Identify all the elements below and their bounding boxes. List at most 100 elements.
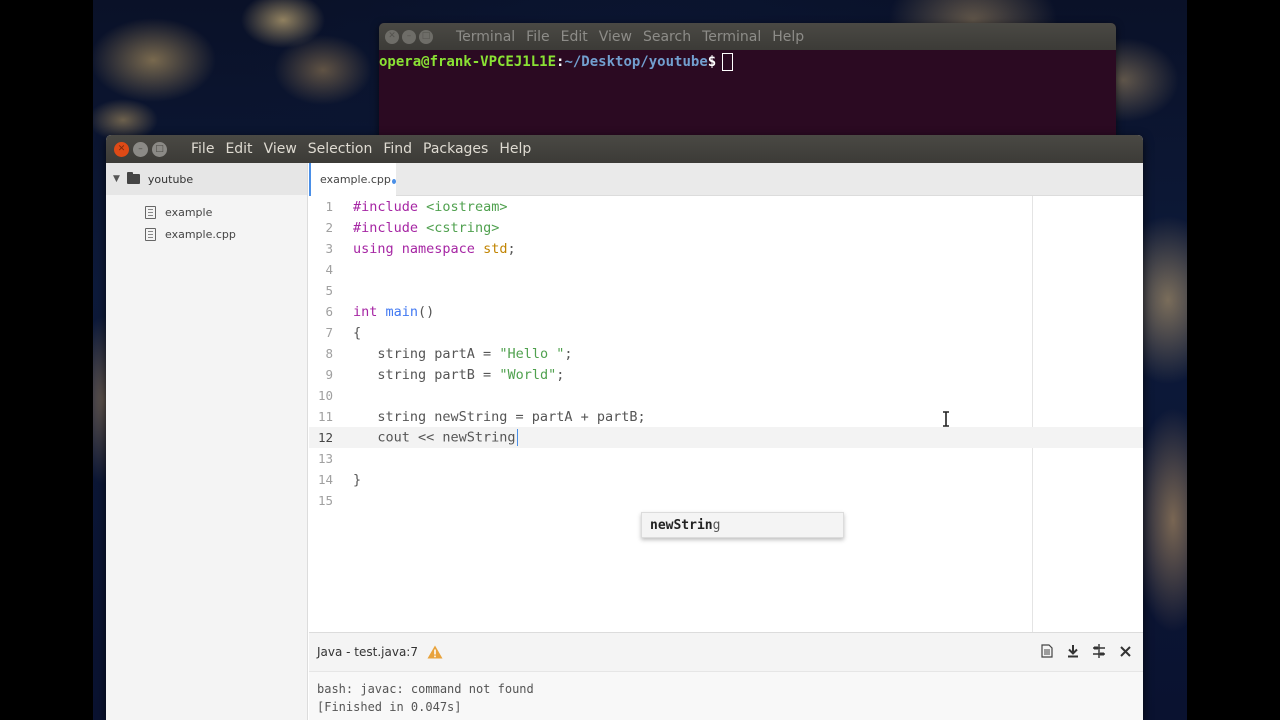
document-icon[interactable]: [1039, 642, 1055, 660]
letterbox-right: [1187, 0, 1280, 720]
code-token: #include: [353, 198, 419, 215]
modified-indicator-icon[interactable]: [391, 178, 396, 184]
menu-search[interactable]: Search: [643, 29, 691, 45]
code-line[interactable]: 15: [309, 490, 1143, 511]
line-number: 14: [317, 472, 333, 487]
terminal-prompt[interactable]: opera@frank-VPCEJ1L1E: ~/Desktop/youtube $: [379, 50, 1116, 72]
code-token: using: [353, 240, 394, 257]
line-number: 11: [317, 409, 333, 424]
tree-root-folder[interactable]: ▼ youtube: [106, 163, 307, 195]
code-line[interactable]: 3 using namespace std;: [309, 238, 1143, 259]
code-line[interactable]: 4: [309, 259, 1143, 280]
terminal-titlebar[interactable]: ✕ – □ Terminal File Edit View Search Ter…: [379, 23, 1116, 50]
menu-edit[interactable]: Edit: [561, 29, 588, 45]
line-number: 6: [325, 304, 333, 319]
build-panel: Java - test.java:7 bash: javac: command …: [309, 632, 1143, 720]
menu-view[interactable]: View: [599, 29, 632, 45]
code-token: string partA =: [353, 345, 500, 362]
close-icon[interactable]: ✕: [114, 141, 129, 157]
tab-label: example.cpp: [320, 173, 391, 186]
editor-menubar: File Edit View Selection Find Packages H…: [191, 141, 542, 157]
minimize-icon[interactable]: –: [133, 141, 148, 157]
code-line[interactable]: 6 int main(): [309, 301, 1143, 322]
code-line[interactable]: 8 string partA = "Hello ";: [309, 343, 1143, 364]
tree-view: ▼ youtube example example.cpp: [106, 163, 308, 720]
line-number: 1: [325, 199, 333, 214]
code-line[interactable]: 7 {: [309, 322, 1143, 343]
line-number: 10: [317, 388, 333, 403]
chevron-down-icon[interactable]: ▼: [113, 174, 120, 184]
code-token: string partB =: [353, 366, 500, 383]
tab-example-cpp[interactable]: example.cpp: [309, 163, 396, 196]
code-token: main: [385, 303, 419, 320]
menu-packages[interactable]: Packages: [423, 141, 488, 157]
tree-file-label: example.cpp: [165, 227, 236, 241]
minimize-icon[interactable]: –: [402, 29, 416, 44]
terminal-cursor: [722, 53, 734, 71]
editor-titlebar[interactable]: ✕ – □ File Edit View Selection Find Pack…: [106, 135, 1143, 163]
prompt-user: opera@frank-VPCEJ1L1E: [379, 54, 557, 70]
maximize-icon[interactable]: □: [419, 29, 433, 44]
prompt-path: ~/Desktop/youtube: [564, 54, 708, 70]
autocomplete-rest: g: [712, 517, 721, 533]
code-line[interactable]: 14 }: [309, 469, 1143, 490]
settings-sliders-icon[interactable]: [1091, 642, 1107, 660]
code-token: "Hello ": [499, 345, 565, 362]
prompt-dollar: $: [707, 54, 717, 70]
line-number: 3: [325, 241, 333, 256]
code-token: <cstring>: [426, 219, 500, 236]
code-token: }: [353, 471, 362, 488]
close-icon[interactable]: [1117, 642, 1133, 660]
menu-help[interactable]: Help: [499, 141, 531, 157]
download-icon[interactable]: [1065, 642, 1081, 660]
menu-file[interactable]: File: [526, 29, 549, 45]
autocomplete-suggestion[interactable]: newStrin g: [641, 512, 844, 538]
menu-edit[interactable]: Edit: [225, 141, 252, 157]
terminal-window[interactable]: ✕ – □ Terminal File Edit View Search Ter…: [379, 23, 1116, 153]
code-line[interactable]: 1 #include <iostream>: [309, 196, 1143, 217]
editor-window[interactable]: ✕ – □ File Edit View Selection Find Pack…: [106, 135, 1143, 720]
menu-terminal[interactable]: Terminal: [702, 29, 761, 45]
tree-file-label: example: [165, 205, 213, 219]
line-number: 12: [317, 430, 333, 445]
code-token: {: [353, 324, 362, 341]
line-number: 7: [325, 325, 333, 340]
code-token: std: [483, 240, 508, 257]
build-panel-actions: [1029, 642, 1133, 660]
text-caret: [516, 429, 519, 446]
close-icon[interactable]: ✕: [385, 29, 399, 44]
code-line[interactable]: 9 string partB = "World";: [309, 364, 1143, 385]
prompt-sep: :: [556, 54, 565, 70]
maximize-icon[interactable]: □: [152, 141, 167, 157]
menu-help[interactable]: Help: [772, 29, 804, 45]
code-line[interactable]: 11 string newString = partA + partB;: [309, 406, 1143, 427]
menu-file[interactable]: File: [191, 141, 214, 157]
terminal-title: Terminal: [456, 28, 516, 45]
code-line[interactable]: 5: [309, 280, 1143, 301]
menu-find[interactable]: Find: [383, 141, 412, 157]
terminal-menubar: Terminal File Edit View Search Terminal …: [456, 29, 815, 45]
tab-bar: example.cpp: [309, 163, 1143, 196]
code-line[interactable]: 2 #include <cstring>: [309, 217, 1143, 238]
menu-selection[interactable]: Selection: [308, 141, 373, 157]
code-token: ;: [564, 345, 573, 362]
text-cursor-icon: [943, 411, 949, 427]
code-token: <iostream>: [426, 198, 508, 215]
line-number: 13: [317, 451, 333, 466]
build-panel-title: Java - test.java:7: [317, 645, 418, 659]
tree-file-example-cpp[interactable]: example.cpp: [106, 223, 307, 245]
tree-file-example[interactable]: example: [106, 201, 307, 223]
code-token: namespace: [401, 240, 475, 257]
letterbox-left: [0, 0, 93, 720]
code-token: "World": [499, 366, 557, 383]
code-editor[interactable]: 1 #include <iostream> 2 #include <cstrin…: [309, 196, 1143, 632]
build-output: bash: javac: command not found [Finished…: [309, 671, 1143, 720]
folder-icon: [126, 172, 140, 184]
code-line-current[interactable]: 12 cout << newString: [309, 427, 1143, 448]
code-line[interactable]: 13: [309, 448, 1143, 469]
code-line[interactable]: 10: [309, 385, 1143, 406]
code-token: ;: [556, 366, 565, 383]
line-number: 9: [325, 367, 333, 382]
code-token: int: [353, 303, 378, 320]
menu-view[interactable]: View: [264, 141, 297, 157]
